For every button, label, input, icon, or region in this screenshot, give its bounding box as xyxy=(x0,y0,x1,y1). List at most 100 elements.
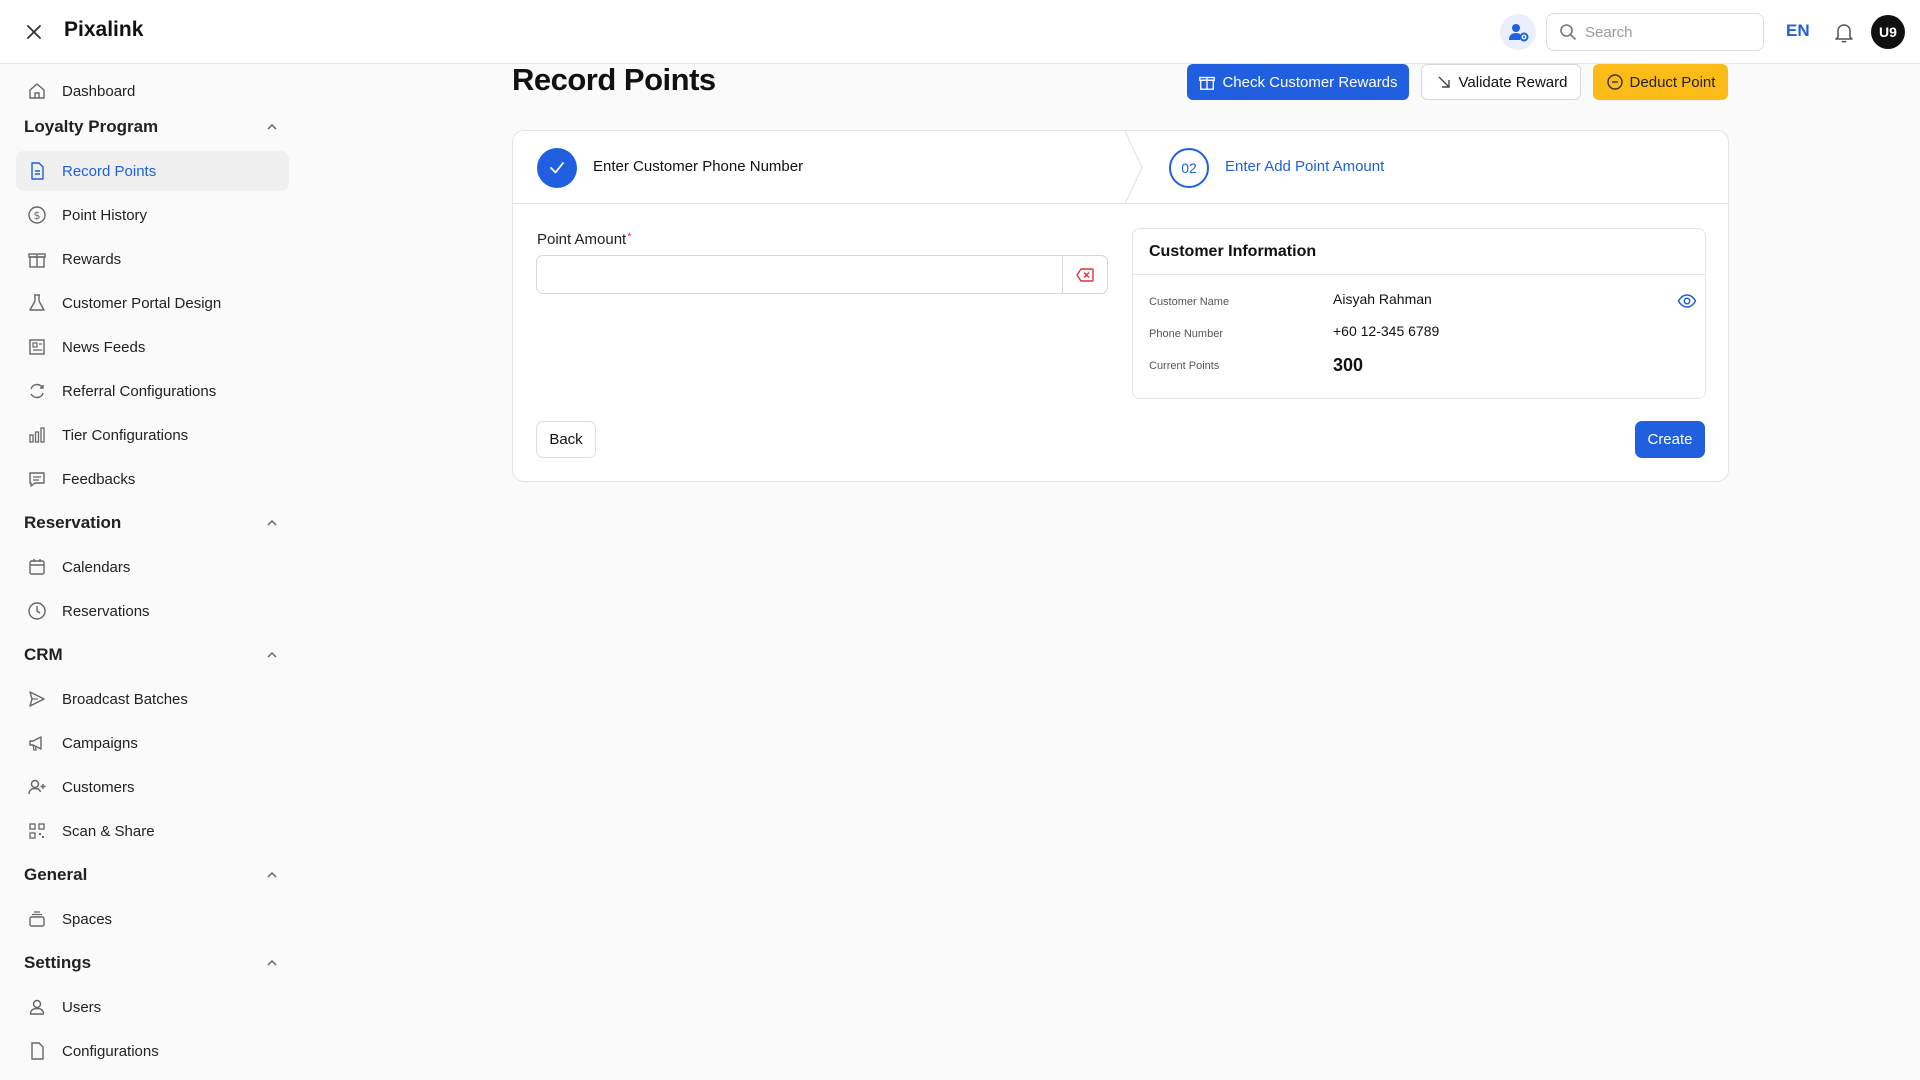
sidebar-item-rewards[interactable]: Rewards xyxy=(16,239,289,279)
sidebar-item-feedbacks[interactable]: Feedbacks xyxy=(16,459,289,499)
flask-icon xyxy=(26,292,48,314)
sidebar-item-label: Reservations xyxy=(62,602,150,620)
home-icon xyxy=(26,80,48,102)
clear-input-button[interactable] xyxy=(1062,256,1107,293)
top-bar: Pixalink EN U9 xyxy=(0,0,1920,64)
send-icon xyxy=(26,688,48,710)
sidebar-item-label: Scan & Share xyxy=(62,822,155,840)
section-label: Reservation xyxy=(24,513,122,532)
chevron-up-icon xyxy=(267,519,277,526)
customer-name-value: Aisyah Rahman xyxy=(1333,291,1432,307)
sidebar-item-reservations[interactable]: Reservations xyxy=(16,591,289,631)
section-label: General xyxy=(24,865,88,884)
customer-information-panel: Customer Information Customer Name Aisya… xyxy=(1132,228,1706,399)
sidebar-item-label: Customers xyxy=(62,778,135,796)
current-points-label: Current Points xyxy=(1149,360,1220,372)
qr-code-icon xyxy=(26,820,48,842)
check-customer-rewards-button[interactable]: Check Customer Rewards xyxy=(1187,64,1409,100)
gift-icon xyxy=(26,248,48,270)
section-label: Loyalty Program xyxy=(24,117,159,136)
sidebar-item-campaigns[interactable]: Campaigns xyxy=(16,723,289,763)
step-1-indicator xyxy=(537,148,577,188)
svg-text:$: $ xyxy=(34,209,41,222)
sidebar-item-label: Dashboard xyxy=(62,82,136,100)
sidebar-item-label: Record Points xyxy=(62,162,157,180)
bell-icon[interactable] xyxy=(1832,20,1856,44)
sidebar-item-record-points[interactable]: Record Points xyxy=(16,151,289,191)
sidebar-item-label: Spaces xyxy=(62,910,113,928)
section-reservation[interactable]: Reservation xyxy=(24,509,280,537)
button-label: Deduct Point xyxy=(1629,73,1716,91)
create-button[interactable]: Create xyxy=(1635,421,1705,458)
section-crm[interactable]: CRM xyxy=(24,641,280,669)
deduct-point-button[interactable]: Deduct Point xyxy=(1593,64,1728,100)
panel-title: Customer Information xyxy=(1149,243,1317,260)
sidebar-item-label: Tier Configurations xyxy=(62,426,189,444)
minus-circle-icon xyxy=(1606,73,1624,91)
language-switch[interactable]: EN xyxy=(1786,21,1810,41)
avatar[interactable]: U9 xyxy=(1871,15,1905,49)
sidebar-item-customer-portal-design[interactable]: Customer Portal Design xyxy=(16,283,289,323)
chevron-up-icon xyxy=(267,123,277,130)
sidebar-item-label: Referral Configurations xyxy=(62,382,217,400)
point-amount-field xyxy=(536,255,1108,294)
required-mark: * xyxy=(627,231,632,243)
sidebar-item-label: Point History xyxy=(62,206,148,224)
user-gear-icon xyxy=(1509,24,1529,42)
back-button[interactable]: Back xyxy=(536,421,596,458)
sidebar-item-label: Rewards xyxy=(62,250,122,268)
divider xyxy=(1133,274,1705,275)
user-icon xyxy=(26,996,48,1018)
sidebar-item-customers[interactable]: Customers xyxy=(16,767,289,807)
record-points-card: Enter Customer Phone Number 02 Enter Add… xyxy=(512,130,1729,482)
document-icon xyxy=(26,160,48,182)
sidebar-item-configurations[interactable]: Configurations xyxy=(16,1031,289,1064)
sidebar-item-spaces[interactable]: Spaces xyxy=(16,899,289,939)
sidebar-item-tier-configurations[interactable]: Tier Configurations xyxy=(16,415,289,455)
clock-icon xyxy=(26,600,48,622)
section-loyalty-program[interactable]: Loyalty Program xyxy=(24,113,280,141)
eye-icon[interactable] xyxy=(1677,291,1697,311)
button-label: Check Customer Rewards xyxy=(1222,73,1398,91)
section-label: CRM xyxy=(24,645,63,664)
sidebar-item-dashboard[interactable]: Dashboard xyxy=(16,71,289,111)
chevron-up-icon xyxy=(267,959,277,966)
sidebar-item-label: Users xyxy=(62,998,102,1016)
sidebar-item-users[interactable]: Users xyxy=(16,987,289,1027)
backspace-icon xyxy=(1076,267,1094,282)
customer-name-label: Customer Name xyxy=(1149,296,1230,308)
search-box[interactable] xyxy=(1546,13,1764,51)
sidebar-item-calendars[interactable]: Calendars xyxy=(16,547,289,587)
search-input[interactable] xyxy=(1585,23,1745,41)
step-1-label: Enter Customer Phone Number xyxy=(593,158,804,175)
chevron-up-icon xyxy=(267,651,277,658)
dollar-circle-icon: $ xyxy=(26,204,48,226)
sidebar-item-label: Calendars xyxy=(62,558,131,576)
section-general[interactable]: General xyxy=(24,861,280,889)
point-amount-input[interactable] xyxy=(537,256,1062,293)
sidebar-item-label: Broadcast Batches xyxy=(62,690,188,708)
sidebar-item-scan-share[interactable]: Scan & Share xyxy=(16,811,289,851)
section-settings[interactable]: Settings xyxy=(24,949,280,977)
step-2-indicator: 02 xyxy=(1169,148,1209,188)
sidebar-item-broadcast-batches[interactable]: Broadcast Batches xyxy=(16,679,289,719)
current-points-value: 300 xyxy=(1333,355,1364,375)
chevron-up-icon xyxy=(267,871,277,878)
close-icon[interactable] xyxy=(22,20,46,44)
page-title: Record Points xyxy=(512,62,716,97)
user-settings-button[interactable] xyxy=(1500,14,1536,50)
sidebar-item-referral-configurations[interactable]: Referral Configurations xyxy=(16,371,289,411)
point-amount-label: Point Amount* xyxy=(537,231,632,248)
newspaper-icon xyxy=(26,336,48,358)
sidebar-item-label: Configurations xyxy=(62,1042,159,1060)
brand-name: Pixalink xyxy=(64,18,144,41)
sidebar-item-label: Customer Portal Design xyxy=(62,294,222,312)
validate-reward-button[interactable]: Validate Reward xyxy=(1421,64,1581,100)
field-label-text: Point Amount xyxy=(537,231,627,248)
sidebar: Dashboard Loyalty Program Record Points … xyxy=(0,64,300,1064)
gift-icon xyxy=(1198,73,1216,91)
sidebar-item-news-feeds[interactable]: News Feeds xyxy=(16,327,289,367)
sidebar-item-label: Feedbacks xyxy=(62,470,136,488)
sidebar-item-point-history[interactable]: $ Point History xyxy=(16,195,289,235)
arrow-down-right-icon xyxy=(1435,73,1453,91)
